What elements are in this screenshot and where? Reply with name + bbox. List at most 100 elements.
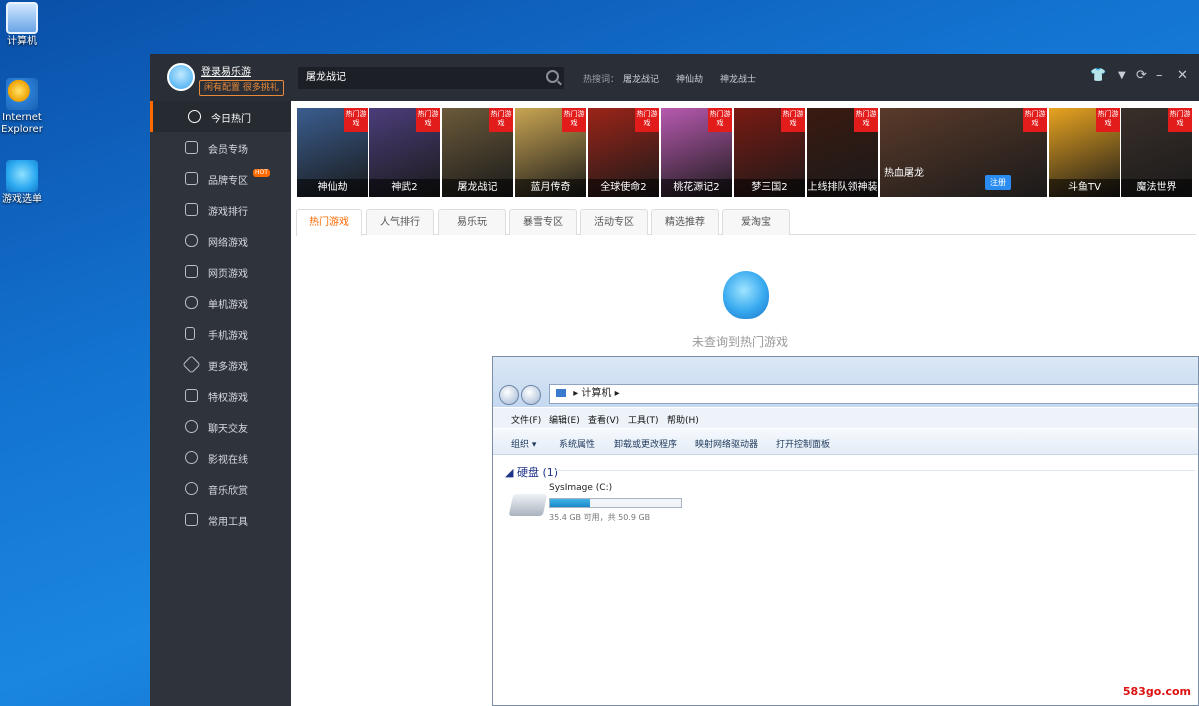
desktop-icon-computer[interactable]: 计算机 — [0, 2, 44, 48]
banner-caption: 梦三国2 — [734, 179, 805, 197]
banner-caption: 上线排队领神装 — [807, 179, 878, 197]
forward-button[interactable] — [521, 385, 541, 405]
game-banner[interactable]: 热门游戏 梦三国2 — [734, 108, 805, 197]
hot-game-ribbon: 热门游戏 — [1168, 108, 1192, 132]
tab-blizzard[interactable]: 暴雪专区 — [509, 209, 577, 235]
menu-edit[interactable]: 编辑(E) — [549, 413, 580, 426]
tab-aitaobao[interactable]: 爱淘宝 — [722, 209, 790, 235]
group-header-hard-disks[interactable]: ◢ 硬盘 (1) — [505, 464, 558, 480]
address-separator: ▸ — [614, 388, 620, 399]
map-network-drive-button[interactable]: 映射网络驱动器 — [695, 437, 758, 450]
rank-icon — [185, 203, 198, 216]
game-banner[interactable]: 热门游戏 神武2 — [369, 108, 440, 197]
sidebar-item-member[interactable]: 会员专场 — [150, 132, 291, 163]
sidebar-item-chat[interactable]: 聊天交友 — [150, 411, 291, 442]
banner-art — [880, 108, 1047, 197]
sidebar-item-online-games[interactable]: 网络游戏 — [150, 225, 291, 256]
sidebar-item-privilege[interactable]: 特权游戏 — [150, 380, 291, 411]
computer-icon — [6, 2, 38, 34]
register-button[interactable]: 注册 — [985, 175, 1011, 190]
sidebar-item-video[interactable]: 影视在线 — [150, 442, 291, 473]
address-bar[interactable]: ▸ 计算机 ▸ — [549, 384, 1199, 404]
sidebar-item-mobile-games[interactable]: 手机游戏 — [150, 318, 291, 349]
sidebar-item-more-games[interactable]: 更多游戏 — [150, 349, 291, 380]
sidebar: 今日热门 会员专场 品牌专区 HOT 游戏排行 网络游戏 网页游戏 单机游戏 手… — [150, 101, 291, 706]
game-banner[interactable]: 热门游戏 桃花源记2 — [661, 108, 732, 197]
dropdown-icon[interactable]: ▼ — [1118, 70, 1126, 81]
desktop-icon-ie[interactable]: Internet Explorer — [0, 78, 44, 136]
desktop-icon-label: 计算机 — [7, 36, 37, 47]
search-icon[interactable] — [546, 70, 559, 83]
sidebar-item-single-player[interactable]: 单机游戏 — [150, 287, 291, 318]
category-tabs: 热门游戏 人气排行 易乐玩 暴雪专区 活动专区 精选推荐 爱淘宝 — [296, 209, 1196, 236]
hot-game-ribbon: 热门游戏 — [489, 108, 513, 132]
login-link[interactable]: 登录易乐游 — [201, 63, 251, 78]
game-banner[interactable]: 热门游戏 斗鱼TV — [1049, 108, 1120, 197]
drive-usage-fill — [550, 499, 590, 507]
tab-events[interactable]: 活动专区 — [580, 209, 648, 235]
fish-mascot-icon — [723, 271, 769, 319]
mouse-icon — [185, 234, 198, 247]
banner-caption: 神仙劫 — [297, 179, 368, 197]
sidebar-item-web-games[interactable]: 网页游戏 — [150, 256, 291, 287]
tab-popular-rank[interactable]: 人气排行 — [366, 209, 434, 235]
desktop-icon-game-menu[interactable]: 游戏选单 — [0, 160, 44, 206]
minimize-icon[interactable]: – — [1156, 68, 1163, 83]
game-banner-featured[interactable]: 热门游戏 热血屠龙 注册 — [880, 108, 1047, 197]
game-banner[interactable]: 热门游戏 蓝月传奇 — [515, 108, 586, 197]
menu-help[interactable]: 帮助(H) — [667, 413, 699, 426]
hot-search-term[interactable]: 神龙战士 — [720, 72, 756, 85]
hot-search-term[interactable]: 神仙劫 — [676, 72, 703, 85]
tab-featured[interactable]: 精选推荐 — [651, 209, 719, 235]
refresh-icon[interactable]: ⟳ — [1136, 68, 1147, 83]
login-promo-badge[interactable]: 闲有配置 很多挑礼 — [199, 80, 284, 96]
film-icon — [185, 451, 198, 464]
hot-game-ribbon: 热门游戏 — [1096, 108, 1120, 132]
close-icon[interactable]: ✕ — [1177, 68, 1188, 83]
hot-search-term[interactable]: 屠龙战记 — [623, 72, 659, 85]
sidebar-item-label: 手机游戏 — [208, 331, 248, 342]
explorer-window: ▸ 计算机 ▸ 文件(F) 编辑(E) 查看(V) 工具(T) 帮助(H) 组织… — [492, 356, 1199, 706]
drive-name[interactable]: SysImage (C:) — [549, 483, 612, 493]
address-crumb[interactable]: 计算机 — [581, 388, 611, 399]
sidebar-item-tools[interactable]: 常用工具 — [150, 504, 291, 535]
game-banner[interactable]: 热门游戏 屠龙战记 — [442, 108, 513, 197]
skin-icon[interactable]: 👕 — [1090, 68, 1106, 83]
back-button[interactable] — [499, 385, 519, 405]
tools-icon — [185, 513, 198, 526]
organize-button[interactable]: 组织 ▾ — [511, 437, 536, 450]
game-banner[interactable]: 热门游戏 魔法世界 — [1121, 108, 1192, 197]
tab-hot-games[interactable]: 热门游戏 — [296, 209, 362, 236]
desktop-icon-label: 游戏选单 — [2, 194, 42, 205]
sidebar-item-brand[interactable]: 品牌专区 HOT — [150, 163, 291, 194]
sidebar-item-label: 今日热门 — [211, 114, 251, 125]
gift-icon — [185, 389, 198, 402]
watermark: 583go.com — [1122, 685, 1191, 698]
menu-tools[interactable]: 工具(T) — [628, 413, 659, 426]
uninstall-program-button[interactable]: 卸载或更改程序 — [614, 437, 677, 450]
menu-file[interactable]: 文件(F) — [511, 413, 541, 426]
tab-yilewan[interactable]: 易乐玩 — [438, 209, 506, 235]
collapse-icon[interactable]: ◢ — [505, 466, 517, 479]
hot-game-ribbon: 热门游戏 — [562, 108, 586, 132]
game-banner[interactable]: 热门游戏 神仙劫 — [297, 108, 368, 197]
browser-icon — [185, 265, 198, 278]
game-banner[interactable]: 热门游戏 上线排队领神装 — [807, 108, 878, 197]
more-icon — [182, 355, 201, 374]
fish-mascot-icon — [6, 160, 38, 192]
sidebar-item-label: 单机游戏 — [208, 300, 248, 311]
menu-view[interactable]: 查看(V) — [588, 413, 619, 426]
system-properties-button[interactable]: 系统属性 — [559, 437, 595, 450]
hot-game-ribbon: 热门游戏 — [708, 108, 732, 132]
game-banner[interactable]: 热门游戏 全球使命2 — [588, 108, 659, 197]
sidebar-item-music[interactable]: 音乐欣赏 — [150, 473, 291, 504]
sidebar-item-rank[interactable]: 游戏排行 — [150, 194, 291, 225]
open-control-panel-button[interactable]: 打开控制面板 — [776, 437, 830, 450]
hot-badge: HOT — [253, 169, 270, 177]
sidebar-item-today-hot[interactable]: 今日热门 — [150, 101, 291, 132]
user-avatar[interactable] — [167, 63, 195, 91]
search-input[interactable] — [298, 67, 564, 89]
banner-caption: 魔法世界 — [1121, 179, 1192, 197]
explorer-titlebar: ▸ 计算机 ▸ — [493, 357, 1199, 407]
hard-drive-icon[interactable] — [508, 494, 548, 516]
